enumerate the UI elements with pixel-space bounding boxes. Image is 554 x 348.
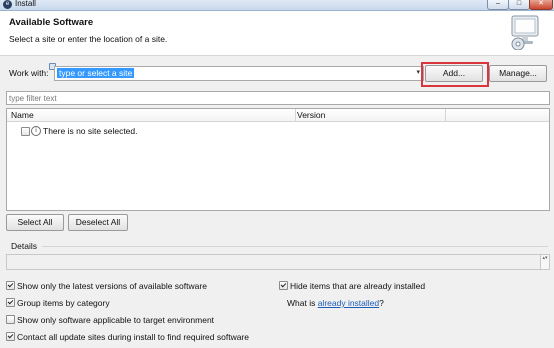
target-environment-checkbox[interactable] xyxy=(6,315,15,324)
what-is-installed-text: What is already installed? xyxy=(287,298,384,308)
table-header: Name Version xyxy=(7,109,549,122)
info-icon: i xyxy=(31,126,41,136)
row-label: There is no site selected. xyxy=(43,126,138,136)
latest-versions-checkbox[interactable] xyxy=(6,281,15,290)
latest-versions-label[interactable]: Show only the latest versions of availab… xyxy=(17,281,207,291)
details-separator xyxy=(42,246,548,247)
work-with-label: Work with: xyxy=(9,68,49,78)
hide-installed-label[interactable]: Hide items that are already installed xyxy=(290,281,425,291)
what-is-suffix: ? xyxy=(379,298,384,308)
manage-sites-button[interactable]: Manage... xyxy=(489,65,547,82)
target-environment-label[interactable]: Show only software applicable to target … xyxy=(17,315,214,325)
close-button[interactable]: ✕ xyxy=(529,0,553,10)
already-installed-link[interactable]: already installed xyxy=(318,298,379,308)
column-divider[interactable] xyxy=(295,109,296,121)
page-title: Available Software xyxy=(9,17,94,28)
page-subtitle: Select a site or enter the location of a… xyxy=(9,34,168,44)
contact-sites-checkbox[interactable] xyxy=(6,332,15,341)
contact-sites-label[interactable]: Contact all update sites during install … xyxy=(17,332,249,342)
column-divider[interactable] xyxy=(445,109,446,121)
work-with-combo[interactable]: type or select a site ▾ xyxy=(54,66,424,81)
select-all-button[interactable]: Select All xyxy=(6,214,64,231)
details-area: ▴▾ xyxy=(6,254,550,270)
window-title: Install xyxy=(15,0,36,8)
add-site-button[interactable]: Add... xyxy=(425,65,483,82)
what-is-prefix: What is xyxy=(287,298,318,308)
eclipse-app-icon: e xyxy=(3,0,12,9)
filter-box[interactable] xyxy=(6,91,550,105)
deselect-all-button[interactable]: Deselect All xyxy=(68,214,128,231)
title-bar: e Install – □ ✕ xyxy=(0,0,554,11)
chevron-down-icon[interactable]: ▾ xyxy=(416,68,420,76)
filter-input[interactable] xyxy=(7,92,547,104)
group-by-category-checkbox[interactable] xyxy=(6,298,15,307)
column-header-name[interactable]: Name xyxy=(11,110,34,120)
row-checkbox[interactable] xyxy=(21,127,30,136)
table-row[interactable]: i There is no site selected. xyxy=(7,124,307,136)
dialog-header: Available Software Select a site or ente… xyxy=(0,11,554,56)
monitor-install-icon xyxy=(511,15,539,50)
group-by-category-label[interactable]: Group items by category xyxy=(17,298,110,308)
work-with-value[interactable]: type or select a site xyxy=(57,68,135,78)
software-table[interactable]: Name Version i There is no site selected… xyxy=(6,108,550,211)
details-label: Details xyxy=(11,241,37,251)
details-scrollbar[interactable]: ▴▾ xyxy=(540,255,549,269)
hide-installed-checkbox[interactable] xyxy=(279,281,288,290)
maximize-button[interactable]: □ xyxy=(508,0,530,10)
minimize-button[interactable]: – xyxy=(487,0,509,10)
column-header-version[interactable]: Version xyxy=(297,110,325,120)
